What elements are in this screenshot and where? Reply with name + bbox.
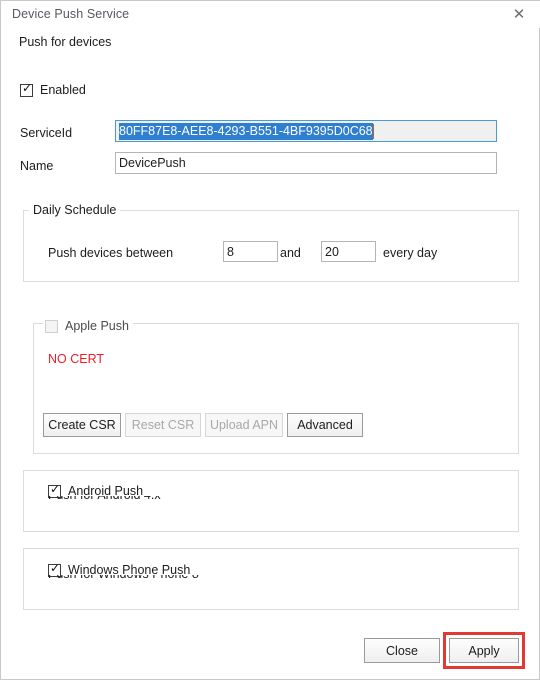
advanced-label: Advanced [297, 418, 353, 432]
schedule-prefix-label: Push devices between [48, 246, 174, 260]
page-subtitle: Push for devices [19, 35, 112, 49]
checkbox-box: ✓ [20, 80, 33, 97]
enabled-label: Enabled [40, 83, 86, 97]
name-label: Name [20, 159, 54, 173]
checkbox-box [45, 319, 58, 333]
upload-apn-button[interactable]: Upload APN [205, 413, 283, 437]
name-input[interactable]: DevicePush [115, 152, 497, 174]
close-icon: ✕ [512, 5, 526, 23]
advanced-button[interactable]: Advanced [287, 413, 363, 437]
close-button[interactable]: ✕ [501, 2, 537, 27]
apple-push-label: Apple Push [65, 319, 129, 333]
schedule-start-value: 8 [227, 244, 234, 259]
name-value: DevicePush [119, 156, 186, 170]
window-title: Device Push Service [12, 7, 130, 21]
text-caret [372, 123, 374, 139]
schedule-start-input[interactable]: 8 [223, 241, 278, 262]
service-id-label: ServiceId [20, 126, 73, 140]
apple-push-status: NO CERT [48, 352, 105, 366]
title-bar: Device Push Service ✕ [1, 1, 540, 28]
close-dialog-button[interactable]: Close [364, 638, 440, 663]
android-push-caption: Push for Android 4.x [48, 496, 348, 505]
apply-button[interactable]: Apply [449, 638, 519, 663]
apply-button-label: Apply [468, 643, 500, 658]
service-id-input[interactable]: 80FF87E8-AEE8-4293-B551-4BF9395D0C68 [115, 120, 497, 142]
device-push-service-dialog: Device Push Service ✕ Push for devices ✓… [0, 0, 540, 680]
check-icon: ✓ [50, 481, 61, 496]
reset-csr-label: Reset CSR [131, 418, 195, 432]
check-icon: ✓ [50, 560, 61, 575]
upload-apn-label: Upload APN [209, 418, 279, 432]
windows-phone-push-caption: Push for Windows Phone 8 [48, 575, 368, 584]
daily-schedule-title: Daily Schedule [29, 203, 121, 217]
create-csr-button[interactable]: Create CSR [43, 413, 121, 437]
schedule-end-input[interactable]: 20 [321, 241, 376, 262]
schedule-suffix-label: every day [383, 246, 438, 260]
service-id-value: 80FF87E8-AEE8-4293-B551-4BF9395D0C68 [119, 122, 373, 140]
schedule-end-value: 20 [325, 244, 339, 259]
schedule-middle-label: and [280, 246, 301, 260]
close-button-label: Close [386, 643, 418, 658]
create-csr-label: Create CSR [48, 418, 116, 432]
check-icon: ✓ [22, 80, 33, 95]
enabled-checkbox[interactable]: ✓ Enabled [20, 80, 86, 97]
reset-csr-button[interactable]: Reset CSR [125, 413, 201, 437]
apple-push-checkbox[interactable]: Apple Push [43, 319, 133, 333]
